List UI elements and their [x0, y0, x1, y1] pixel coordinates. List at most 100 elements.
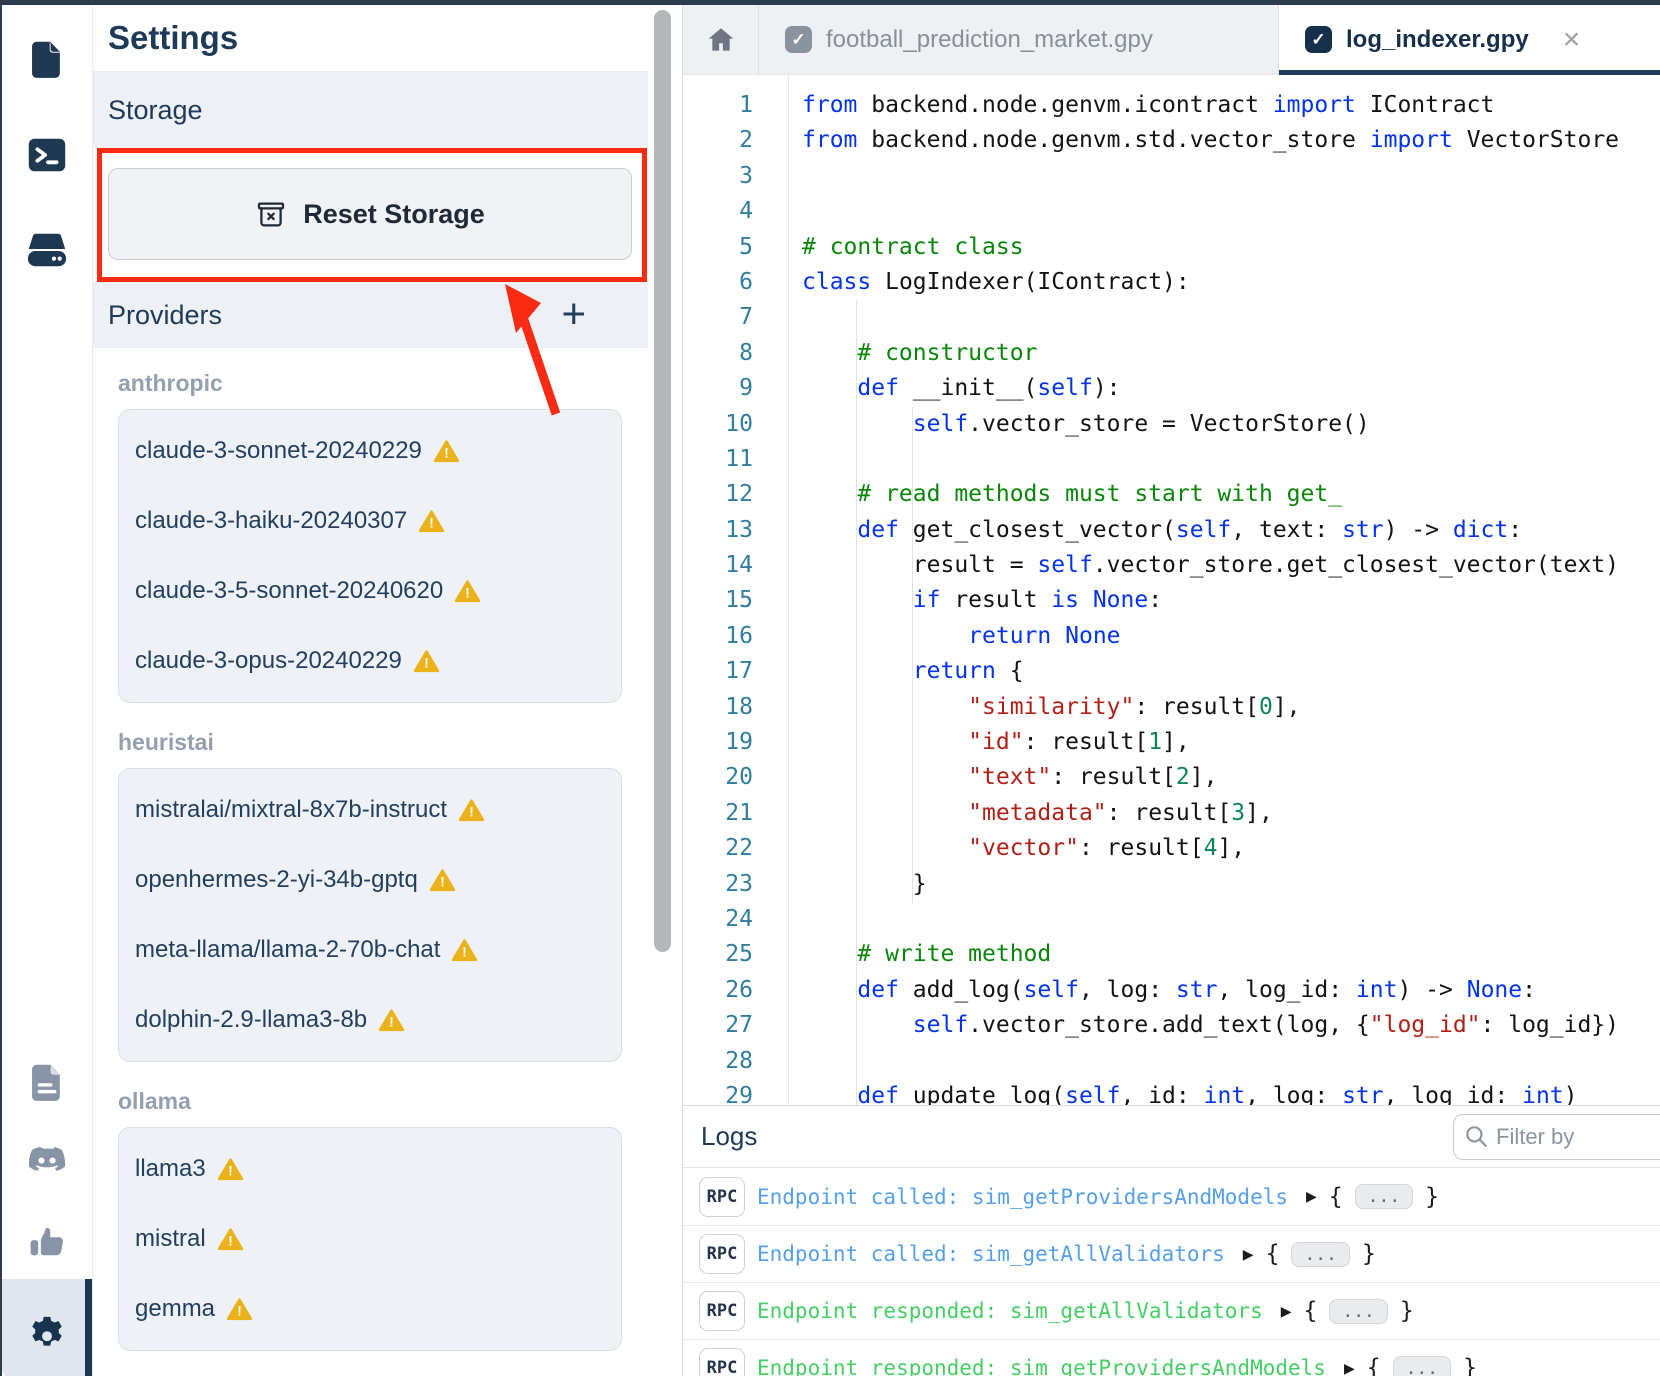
trash-box-icon: [255, 198, 287, 230]
model-name: mistralai/mixtral-8x7b-instruct: [135, 796, 447, 824]
code-line: # read methods must start with get_: [802, 477, 1660, 512]
svg-text:!: !: [465, 585, 470, 600]
code-line: [802, 442, 1660, 477]
model-item[interactable]: claude-3-haiku-20240307!: [119, 486, 621, 556]
model-item[interactable]: gemma!: [119, 1274, 621, 1344]
code-line: "id": result[1],: [802, 725, 1660, 760]
settings-scrollbar[interactable]: [654, 10, 671, 952]
storage-drive-nav[interactable]: [2, 220, 92, 280]
line-number: 13: [683, 513, 788, 548]
log-entry[interactable]: RPCEndpoint called: sim_getProvidersAndM…: [683, 1168, 1660, 1225]
code-line: # contract class: [802, 230, 1660, 265]
provider-groups: anthropicclaude-3-sonnet-20240229!claude…: [92, 370, 648, 1376]
drive-icon: [24, 227, 70, 273]
logs-panel: Logs RPCEndpoint called: sim_getProvider…: [683, 1105, 1660, 1376]
document-lines-icon: [24, 1060, 70, 1106]
log-entry[interactable]: RPC Endpoint responded: sim_getAllValidat…: [683, 1282, 1660, 1339]
tab-log-indexer[interactable]: ✓ log_indexer.gpy ×: [1279, 5, 1660, 74]
code-line: def update_log(self, id: int, log: str, …: [802, 1079, 1660, 1105]
settings-nav[interactable]: [2, 1301, 92, 1361]
thumbs-up-icon: [24, 1219, 70, 1265]
rpc-badge: RPC: [699, 1234, 745, 1274]
ellipsis-chip[interactable]: ...: [1393, 1356, 1452, 1376]
log-message: Endpoint responded: sim_getAllValidators: [757, 1299, 1263, 1323]
svg-text:!: !: [389, 1014, 394, 1029]
log-entry[interactable]: RPC Endpoint called: sim_getAllValidators…: [683, 1225, 1660, 1282]
line-number: 14: [683, 548, 788, 583]
model-item[interactable]: claude-3-5-sonnet-20240620!: [119, 556, 621, 626]
close-brace: }: [1400, 1298, 1414, 1324]
line-number: 22: [683, 831, 788, 866]
discord-nav[interactable]: [2, 1130, 92, 1190]
docs-nav[interactable]: [2, 1053, 92, 1113]
model-name: mistral: [135, 1225, 206, 1253]
model-item[interactable]: dolphin-2.9-llama3-8b!: [119, 985, 621, 1055]
model-item[interactable]: claude-3-opus-20240229!: [119, 626, 621, 696]
open-brace: {: [1329, 1184, 1343, 1210]
expand-arrow-icon[interactable]: ▶: [1243, 1246, 1254, 1263]
model-item[interactable]: openhermes-2-yi-34b-gptq!: [119, 845, 621, 915]
rpc-badge: RPC: [699, 1291, 745, 1331]
terminal-nav[interactable]: [2, 125, 92, 185]
code-line: [802, 194, 1660, 229]
code-line: from backend.node.genvm.std.vector_store…: [802, 123, 1660, 158]
expand-arrow-icon[interactable]: ▶: [1281, 1303, 1292, 1320]
model-item[interactable]: meta-llama/llama-2-70b-chat!: [119, 915, 621, 985]
log-message: Endpoint called: sim_getAllValidators: [757, 1242, 1225, 1266]
expand-arrow-icon[interactable]: ▶: [1344, 1360, 1355, 1376]
expand-arrow-icon[interactable]: ▶: [1306, 1188, 1317, 1205]
model-name: openhermes-2-yi-34b-gptq: [135, 866, 418, 894]
model-name: gemma: [135, 1295, 215, 1323]
warning-icon: !: [455, 580, 480, 603]
code-line: self.vector_store.add_text(log, {"log_id…: [802, 1008, 1660, 1043]
code-line: from backend.node.genvm.icontract import…: [802, 88, 1660, 123]
model-item[interactable]: claude-3-sonnet-20240229!: [119, 416, 621, 486]
contracts-file-icon[interactable]: [2, 30, 92, 90]
model-item[interactable]: mistral!: [119, 1204, 621, 1274]
code-line: return None: [802, 619, 1660, 654]
svg-text:!: !: [228, 1163, 233, 1178]
svg-text:!: !: [440, 874, 445, 889]
code-editor[interactable]: 1234567891011121314151617181920212223242…: [683, 75, 1660, 1105]
search-icon: [1463, 1123, 1489, 1149]
model-name: llama3: [135, 1155, 206, 1183]
line-number: 16: [683, 619, 788, 654]
code-line: self.vector_store = VectorStore(): [802, 407, 1660, 442]
warning-icon: !: [459, 799, 484, 822]
code-line: "similarity": result[0],: [802, 690, 1660, 725]
providers-header-label: Providers: [108, 300, 222, 331]
home-button[interactable]: [683, 5, 759, 74]
storage-section-header: Storage: [92, 72, 648, 148]
line-number: 26: [683, 973, 788, 1008]
reset-storage-button[interactable]: Reset Storage: [108, 168, 632, 260]
line-number: 19: [683, 725, 788, 760]
tab-football-prediction-market[interactable]: ✓ football_prediction_market.gpy: [759, 5, 1279, 74]
close-tab-icon[interactable]: ×: [1563, 25, 1581, 55]
model-item[interactable]: llama3!: [119, 1134, 621, 1204]
warning-icon: !: [452, 939, 477, 962]
code-line: "vector": result[4],: [802, 831, 1660, 866]
svg-text:!: !: [237, 1303, 242, 1318]
gear-icon: [24, 1308, 70, 1354]
model-item[interactable]: mistralai/mixtral-8x7b-instruct!: [119, 775, 621, 845]
warning-icon: !: [218, 1158, 243, 1181]
open-brace: {: [1367, 1355, 1381, 1376]
code-lines: from backend.node.genvm.icontract import…: [790, 75, 1660, 1105]
logs-header: Logs: [683, 1106, 1660, 1168]
log-entry[interactable]: RPCEndpoint responded: sim_getProvidersA…: [683, 1339, 1660, 1376]
warning-icon: !: [379, 1009, 404, 1032]
ellipsis-chip[interactable]: ...: [1291, 1242, 1350, 1267]
ellipsis-chip[interactable]: ...: [1355, 1184, 1414, 1209]
logs-filter: [1453, 1114, 1660, 1160]
log-message: Endpoint called: sim_getProvidersAndMode…: [757, 1185, 1288, 1209]
ellipsis-chip[interactable]: ...: [1329, 1299, 1388, 1324]
window-left-border: [0, 0, 2, 1376]
code-line: "text": result[2],: [802, 760, 1660, 795]
add-provider-button[interactable]: +: [561, 292, 586, 334]
code-line: def get_closest_vector(self, text: str) …: [802, 513, 1660, 548]
svg-text:!: !: [228, 1233, 233, 1248]
log-message: Endpoint responded: sim_getProvidersAndM…: [757, 1356, 1326, 1376]
warning-icon: !: [430, 869, 455, 892]
page-title: Settings: [92, 5, 648, 72]
feedback-nav[interactable]: [2, 1212, 92, 1272]
